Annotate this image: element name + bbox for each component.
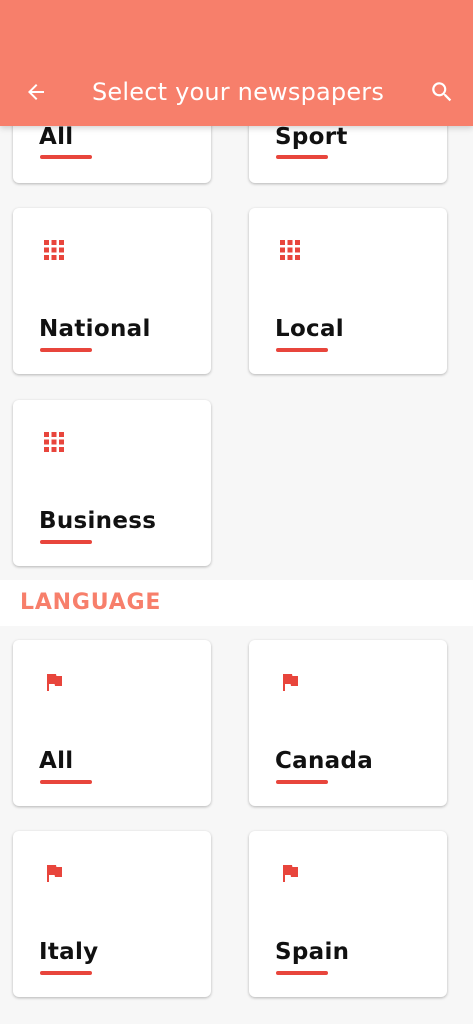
card-label: Italy xyxy=(39,939,99,965)
grid-icon xyxy=(44,432,64,452)
page-title: Select your newspapers xyxy=(92,78,385,106)
card-underline xyxy=(40,971,92,975)
category-card-national[interactable]: National xyxy=(13,208,211,374)
flag-icon xyxy=(47,865,62,882)
language-card-all[interactable]: All xyxy=(13,640,211,806)
card-label: Business xyxy=(39,508,157,534)
card-underline xyxy=(40,348,92,352)
app-bar: Select your newspapers xyxy=(0,0,473,126)
card-underline xyxy=(276,780,328,784)
card-label: All xyxy=(39,748,74,774)
card-underline xyxy=(276,155,328,159)
card-underline xyxy=(276,348,328,352)
search-button[interactable] xyxy=(428,78,456,106)
flag-icon xyxy=(283,865,298,882)
card-label: All xyxy=(39,124,74,150)
grid-icon xyxy=(280,240,300,260)
category-card-local[interactable]: Local xyxy=(249,208,447,374)
card-label: Spain xyxy=(275,939,350,965)
card-underline xyxy=(40,155,92,159)
card-label: Canada xyxy=(275,748,374,774)
card-label: National xyxy=(39,316,151,342)
language-card-italy[interactable]: Italy xyxy=(13,831,211,997)
card-label: Sport xyxy=(275,124,348,150)
back-button[interactable] xyxy=(22,78,50,106)
grid-icon xyxy=(44,240,64,260)
language-section-header: LANGUAGE xyxy=(0,580,473,626)
card-label: Local xyxy=(275,316,344,342)
card-underline xyxy=(40,540,92,544)
flag-icon xyxy=(283,674,298,691)
language-card-spain[interactable]: Spain xyxy=(249,831,447,997)
category-card-business[interactable]: Business xyxy=(13,400,211,566)
search-icon xyxy=(432,82,452,102)
card-underline xyxy=(40,780,92,784)
section-title: LANGUAGE xyxy=(20,590,162,615)
card-underline xyxy=(276,971,328,975)
language-card-canada[interactable]: Canada xyxy=(249,640,447,806)
flag-icon xyxy=(47,674,62,691)
arrow-left-icon xyxy=(28,84,44,100)
